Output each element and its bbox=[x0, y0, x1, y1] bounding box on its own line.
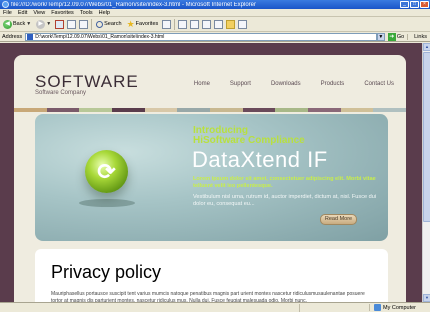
home-icon[interactable] bbox=[79, 19, 89, 29]
go-label: Go bbox=[396, 33, 405, 40]
maximize-button[interactable]: □ bbox=[410, 1, 419, 8]
color-stripe-divider bbox=[14, 108, 407, 112]
site-tagline: Software Company bbox=[35, 90, 87, 96]
address-dropdown-button[interactable]: ▼ bbox=[376, 32, 385, 41]
minimize-button[interactable]: _ bbox=[400, 1, 409, 8]
stripe-segment bbox=[340, 108, 374, 112]
menu-favorites[interactable]: Favorites bbox=[51, 10, 74, 16]
search-icon bbox=[96, 20, 104, 28]
back-button[interactable]: ◀ Back ▼ bbox=[2, 18, 32, 30]
address-input[interactable]: D:\work\Temp\12.09.07\Webs\01_Ramon\site… bbox=[25, 32, 377, 41]
sync-orb-icon: ⟳ bbox=[85, 150, 128, 193]
status-text bbox=[0, 303, 300, 312]
browser-viewport: SOFTWARE Software Company Home Support D… bbox=[0, 43, 422, 302]
toolbar-separator bbox=[174, 18, 176, 30]
banner-body-text: Vestibulum nisl urna, rutrum id, auctor … bbox=[193, 194, 377, 207]
hero-banner: ⟳ Introducing HiSoftware Compliance Data… bbox=[35, 114, 388, 241]
nav-downloads[interactable]: Downloads bbox=[271, 81, 301, 87]
sync-arrows-icon: ⟳ bbox=[97, 159, 116, 184]
menu-bar: File Edit View Favorites Tools Help bbox=[0, 9, 430, 17]
window-title: file:///D:/work/Temp/12.09.07/Webs/01_Ra… bbox=[11, 1, 256, 8]
stripe-segment bbox=[112, 108, 145, 112]
nav-contact-us[interactable]: Contact Us bbox=[364, 81, 394, 87]
chevron-down-icon: ▼ bbox=[46, 21, 52, 27]
vertical-scrollbar[interactable]: ▲ ▼ bbox=[422, 43, 430, 302]
site-logo[interactable]: SOFTWARE bbox=[35, 72, 139, 92]
links-button[interactable]: Links bbox=[407, 33, 430, 40]
scroll-down-button[interactable]: ▼ bbox=[423, 294, 430, 302]
stripe-segment bbox=[79, 108, 113, 112]
favorites-button[interactable]: ★ Favorites bbox=[126, 18, 160, 30]
privacy-text: Mauriphasellus portausce suscipit tent v… bbox=[51, 291, 365, 302]
close-button[interactable]: × bbox=[420, 1, 429, 8]
discuss-icon[interactable] bbox=[214, 19, 224, 29]
zone-label: My Computer bbox=[382, 304, 416, 311]
edit-icon[interactable] bbox=[202, 19, 212, 29]
nav-products[interactable]: Products bbox=[321, 81, 345, 87]
address-bar: Address D:\work\Temp\12.09.07\Webs\01_Ra… bbox=[0, 32, 430, 42]
search-button[interactable]: Search bbox=[95, 18, 122, 30]
back-arrow-icon: ◀ bbox=[3, 19, 12, 29]
menu-view[interactable]: View bbox=[33, 10, 45, 16]
scroll-thumb[interactable] bbox=[423, 52, 430, 222]
toolbar: ◀ Back ▼ ▶ ▼ Search ★ Favorites bbox=[0, 17, 430, 32]
menu-help[interactable]: Help bbox=[99, 10, 110, 16]
go-arrow-icon: ➜ bbox=[387, 32, 396, 41]
page-icon bbox=[27, 33, 34, 40]
folder-icon[interactable] bbox=[226, 19, 236, 29]
chevron-down-icon: ▼ bbox=[26, 21, 32, 27]
computer-icon bbox=[373, 304, 381, 311]
menu-file[interactable]: File bbox=[3, 10, 12, 16]
read-more-button[interactable]: Read More bbox=[320, 214, 357, 225]
stripe-segment bbox=[14, 108, 47, 112]
site-nav: Home Support Downloads Products Contact … bbox=[194, 81, 394, 87]
window-controls: _ □ × bbox=[400, 1, 429, 8]
forward-arrow-icon: ▶ bbox=[36, 19, 46, 29]
address-url: D:\work\Temp\12.09.07\Webs\01_Ramon\site… bbox=[35, 33, 165, 40]
print-icon[interactable] bbox=[190, 19, 200, 29]
status-bar: My Computer bbox=[0, 302, 430, 312]
search-label: Search bbox=[104, 21, 122, 27]
history-icon[interactable] bbox=[162, 19, 172, 29]
window-title-bar: file:///D:/work/Temp/12.09.07/Webs/01_Ra… bbox=[0, 0, 430, 9]
menu-edit[interactable]: Edit bbox=[18, 10, 27, 16]
toolbar-separator bbox=[91, 18, 93, 30]
address-label: Address bbox=[2, 33, 23, 40]
stripe-segment bbox=[275, 108, 309, 112]
stripe-segment bbox=[373, 108, 407, 112]
stop-icon[interactable] bbox=[55, 19, 65, 29]
site-page: SOFTWARE Software Company Home Support D… bbox=[14, 55, 407, 302]
mail-icon[interactable] bbox=[178, 19, 188, 29]
orb-shadow bbox=[79, 199, 135, 207]
scroll-up-button[interactable]: ▲ bbox=[423, 43, 430, 51]
stripe-segment bbox=[210, 108, 243, 112]
forward-button[interactable]: ▶ ▼ bbox=[35, 18, 52, 30]
security-zone: My Computer bbox=[368, 304, 430, 311]
go-button[interactable]: ➜ Go bbox=[385, 32, 407, 41]
refresh-icon[interactable] bbox=[67, 19, 77, 29]
stripe-segment bbox=[308, 108, 341, 112]
star-icon: ★ bbox=[126, 18, 135, 29]
menu-tools[interactable]: Tools bbox=[80, 10, 93, 16]
banner-headline: DataXtend IF bbox=[192, 147, 328, 172]
stripe-segment bbox=[46, 108, 80, 112]
stripe-segment bbox=[242, 108, 276, 112]
back-label: Back bbox=[13, 21, 26, 27]
ie-icon bbox=[2, 1, 9, 8]
banner-intro-line2: HiSoftware Compliance bbox=[193, 135, 305, 146]
banner-intro: Introducing HiSoftware Compliance bbox=[193, 126, 305, 146]
nav-support[interactable]: Support bbox=[230, 81, 251, 87]
stripe-segment bbox=[144, 108, 178, 112]
favorites-label: Favorites bbox=[135, 21, 159, 27]
stripe-segment bbox=[177, 108, 211, 112]
nav-home[interactable]: Home bbox=[194, 81, 210, 87]
messenger-icon[interactable] bbox=[238, 19, 248, 29]
page-title: Privacy policy bbox=[51, 262, 162, 282]
banner-lead-text: Lorem ipsum dolor sit amet, consectetuer… bbox=[193, 176, 376, 189]
content-panel: Privacy policy Mauriphasellus portausce … bbox=[35, 249, 388, 302]
